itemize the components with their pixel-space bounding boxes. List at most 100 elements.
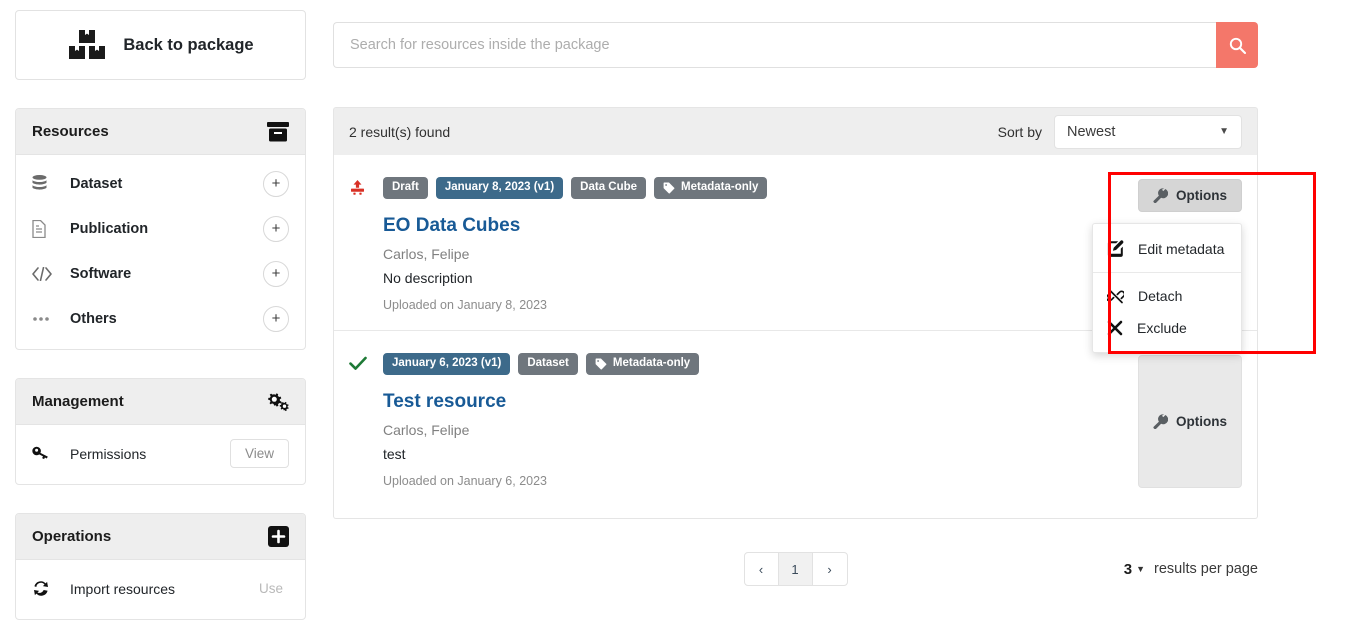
- result-content: January 6, 2023 (v1) Dataset Metadata-on…: [383, 353, 1082, 488]
- sort-by-select[interactable]: Newest ▼: [1054, 114, 1242, 149]
- result-uploaded-date: Uploaded on January 6, 2023: [383, 474, 548, 488]
- options-button-label: Options: [1176, 188, 1227, 203]
- result-badges: Draft January 8, 2023 (v1) Data Cube Met…: [383, 177, 1082, 199]
- badge-resource-type: Dataset: [518, 353, 578, 375]
- options-button[interactable]: Options: [1138, 355, 1242, 488]
- boxes-icon: [67, 28, 107, 62]
- ellipsis-icon: [32, 316, 62, 322]
- result-item: Draft January 8, 2023 (v1) Data Cube Met…: [334, 155, 1257, 353]
- sidebar-item-others-label: Others: [70, 310, 117, 327]
- file-alt-icon: [32, 219, 62, 238]
- menu-divider: [1093, 272, 1241, 273]
- result-badges: January 6, 2023 (v1) Dataset Metadata-on…: [383, 353, 1082, 375]
- chevron-down-icon: ▼: [1219, 126, 1229, 137]
- resources-panel: Resources Dataset + Publication + Softwa…: [15, 108, 306, 350]
- badge-metadata-only-label: Metadata-only: [681, 181, 759, 194]
- back-to-package-button[interactable]: Back to package: [15, 10, 306, 80]
- sidebar-item-publication[interactable]: Publication +: [16, 206, 305, 251]
- menu-item-edit-metadata-label: Edit metadata: [1138, 240, 1225, 257]
- sync-icon: [32, 580, 62, 597]
- result-title-link[interactable]: EO Data Cubes: [383, 215, 1082, 237]
- result-uploaded-date: Uploaded on January 8, 2023: [383, 298, 548, 312]
- code-icon: [32, 266, 62, 281]
- menu-item-exclude[interactable]: Exclude: [1093, 312, 1241, 344]
- upload-icon: [349, 177, 383, 312]
- operations-panel-body: Import resources Use: [16, 560, 305, 619]
- resources-panel-header: Resources: [16, 109, 305, 155]
- results-per-page-label: results per page: [1154, 561, 1258, 577]
- search-icon: [1229, 37, 1246, 54]
- search-button[interactable]: [1216, 22, 1258, 68]
- resources-panel-title: Resources: [32, 123, 109, 140]
- plus-square-icon: [268, 526, 289, 547]
- sidebar-item-dataset-label: Dataset: [70, 175, 123, 192]
- options-button[interactable]: Options: [1138, 179, 1242, 212]
- search-input[interactable]: [333, 22, 1216, 68]
- result-content: Draft January 8, 2023 (v1) Data Cube Met…: [383, 177, 1082, 312]
- menu-item-exclude-label: Exclude: [1137, 320, 1187, 336]
- sidebar-item-import-resources-label: Import resources: [70, 580, 176, 597]
- key-icon: [32, 446, 62, 461]
- result-authors: Carlos, Felipe: [383, 422, 470, 438]
- sidebar-item-import-resources[interactable]: Import resources Use: [16, 566, 305, 611]
- operations-panel-title: Operations: [32, 528, 112, 545]
- pagination-row: ‹ 1 › 3 ▼ results per page: [333, 551, 1258, 587]
- sort-control: Sort by Newest ▼: [998, 114, 1242, 149]
- badge-metadata-only: Metadata-only: [654, 177, 768, 199]
- badge-metadata-only: Metadata-only: [585, 353, 700, 375]
- main-content: 2 result(s) found Sort by Newest ▼: [333, 22, 1258, 587]
- import-resources-use-button[interactable]: Use: [259, 581, 289, 596]
- search-bar: [333, 22, 1258, 68]
- sidebar-item-dataset[interactable]: Dataset +: [16, 161, 305, 206]
- wrench-icon: [1153, 188, 1168, 203]
- pagination-page-1[interactable]: 1: [778, 553, 813, 585]
- archive-icon: [267, 121, 289, 142]
- result-description: test: [383, 446, 406, 462]
- sort-by-value: Newest: [1067, 123, 1116, 140]
- sidebar-item-others[interactable]: Others +: [16, 296, 305, 341]
- pagination-next-button[interactable]: ›: [813, 553, 847, 585]
- menu-item-detach-label: Detach: [1138, 288, 1183, 304]
- permissions-view-button[interactable]: View: [229, 439, 289, 468]
- options-dropdown-menu: Edit metadata Detach Exclude: [1092, 223, 1242, 353]
- page-root: Back to package Resources Dataset + Publ…: [0, 0, 1352, 640]
- result-item: January 6, 2023 (v1) Dataset Metadata-on…: [334, 330, 1257, 506]
- unlink-icon: [1107, 288, 1124, 304]
- add-software-button[interactable]: +: [263, 260, 289, 287]
- pen-square-icon: [1107, 240, 1124, 257]
- sidebar-item-software-label: Software: [70, 265, 132, 282]
- result-options-column: Options: [1082, 353, 1242, 488]
- result-description: No description: [383, 270, 473, 286]
- operations-panel: Operations Import resources Use: [15, 513, 306, 620]
- database-icon: [32, 175, 62, 192]
- result-options-column: Options Edit metadata Detach Exclude: [1082, 177, 1242, 353]
- sidebar-item-software[interactable]: Software +: [16, 251, 305, 296]
- badge-metadata-only-label: Metadata-only: [612, 357, 691, 370]
- add-publication-button[interactable]: +: [263, 215, 289, 242]
- options-button-label: Options: [1176, 414, 1227, 429]
- badge-version-date: January 6, 2023 (v1): [383, 353, 511, 375]
- management-panel-header: Management: [16, 379, 305, 425]
- add-others-button[interactable]: +: [263, 305, 289, 332]
- results-per-page-value[interactable]: 3: [1124, 561, 1132, 578]
- resources-panel-body: Dataset + Publication + Software + Other…: [16, 155, 305, 349]
- caret-down-icon[interactable]: ▼: [1136, 564, 1145, 574]
- menu-item-detach[interactable]: Detach: [1093, 280, 1241, 312]
- back-to-package-label: Back to package: [123, 35, 254, 54]
- tag-icon: [663, 182, 675, 194]
- result-title-link[interactable]: Test resource: [383, 391, 1082, 413]
- wrench-icon: [1153, 414, 1168, 429]
- add-dataset-button[interactable]: +: [263, 170, 289, 197]
- sidebar-item-permissions[interactable]: Permissions View: [16, 431, 305, 476]
- badge-version-date: January 8, 2023 (v1): [435, 177, 564, 199]
- badge-resource-type: Data Cube: [571, 177, 647, 199]
- badge-draft: Draft: [383, 177, 428, 199]
- management-panel-title: Management: [32, 393, 124, 410]
- pagination: ‹ 1 ›: [743, 552, 848, 586]
- result-authors: Carlos, Felipe: [383, 246, 470, 262]
- pagination-prev-button[interactable]: ‹: [745, 553, 779, 585]
- results-header: 2 result(s) found Sort by Newest ▼: [333, 107, 1258, 155]
- sidebar: Back to package Resources Dataset + Publ…: [15, 10, 306, 620]
- tag-icon: [595, 358, 607, 370]
- menu-item-edit-metadata[interactable]: Edit metadata: [1093, 232, 1241, 265]
